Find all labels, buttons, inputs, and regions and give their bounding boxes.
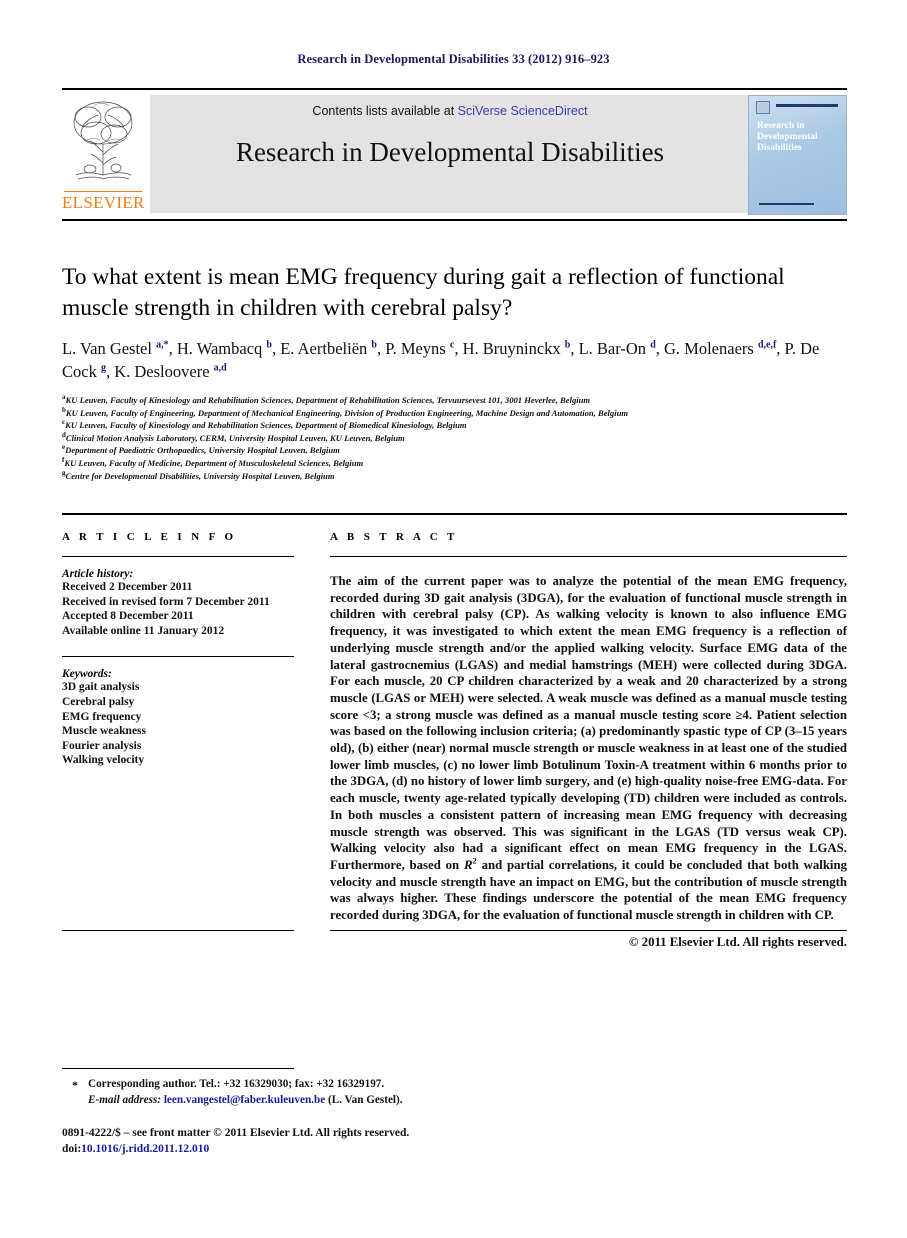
abstract-rule	[330, 556, 847, 557]
abstract-text: The aim of the current paper was to anal…	[330, 573, 847, 924]
header-rule-top	[62, 88, 847, 90]
affiliation-row: eDepartment of Paediatric Orthopaedics, …	[62, 443, 340, 456]
keyword-item: Fourier analysis	[62, 739, 142, 752]
keywords-label: Keywords:	[62, 668, 112, 681]
affiliation-marker: e	[62, 443, 66, 452]
article-history-item: Received 2 December 2011	[62, 581, 193, 593]
journal-cover-thumbnail[interactable]: Research in Developmental Disabilities	[748, 95, 847, 215]
doi-link[interactable]: 10.1016/j.ridd.2011.12.010	[81, 1143, 209, 1155]
affiliation-list: aKU Leuven, Faculty of Kinesiology and R…	[62, 394, 852, 482]
keyword-item: EMG frequency	[62, 710, 142, 723]
doi-label: doi:	[62, 1142, 82, 1155]
affiliation-row: gCentre for Developmental Disabilities, …	[62, 468, 335, 481]
email-line: E-mail address: leen.vangestel@faber.kul…	[62, 1093, 582, 1109]
abstract-heading: A B S T R A C T	[330, 531, 458, 543]
issn-line: 0891-4222/$ – see front matter © 2011 El…	[62, 1127, 410, 1139]
sciencedirect-link[interactable]: SciVerse ScienceDirect	[458, 104, 588, 118]
keyword-item: Cerebral palsy	[62, 695, 135, 708]
journal-masthead: ELSEVIER Contents lists available at Sci…	[62, 95, 847, 215]
footnote-asterisk-icon: *	[72, 1078, 78, 1092]
article-history-item: Accepted 8 December 2011	[62, 610, 194, 623]
article-history-label: Article history:	[62, 568, 134, 580]
copyright-line: © 2011 Elsevier Ltd. All rights reserved…	[628, 934, 847, 949]
affiliation-row: bKU Leuven, Faculty of Engineering, Depa…	[62, 405, 629, 418]
journal-title: Research in Developmental Disabilities	[235, 137, 665, 167]
author-list: L. Van Gestel a,*, H. Wambacq b, E. Aert…	[62, 339, 820, 381]
corresponding-author-line: Corresponding author. Tel.: +32 16329030…	[88, 1078, 385, 1090]
article-info-rule	[62, 556, 294, 557]
header-rule-bottom	[62, 219, 847, 221]
keywords-block: Keywords: 3D gait analysis Cerebral palsy…	[62, 668, 294, 768]
cover-top-rule	[776, 104, 838, 107]
keyword-item: 3D gait analysis	[62, 681, 140, 694]
cover-title-text: Research in Developmental Disabilities	[757, 121, 818, 153]
affiliation-marker: d	[62, 430, 66, 439]
contents-available-prefix: Contents lists available at	[312, 104, 458, 118]
email-link[interactable]: leen.vangestel@faber.kuleuven.be	[164, 1094, 325, 1106]
doi-line: doi:10.1016/j.ridd.2011.12.010	[62, 1142, 582, 1158]
keywords-rule	[62, 656, 294, 658]
cover-bottom-rule	[759, 202, 814, 205]
elsevier-tree-icon	[73, 101, 133, 180]
affiliation-row: cKU Leuven, Faculty of Kinesiology and R…	[62, 418, 467, 431]
affiliation-marker: b	[62, 405, 66, 414]
sciencedirect-banner: Contents lists available at SciVerse Sci…	[150, 95, 750, 213]
keyword-item: Walking velocity	[62, 754, 145, 767]
keyword-lines: 3D gait analysis Cerebral palsy EMG freque…	[62, 680, 294, 768]
article-history-lines: Received 2 December 2011 Received in revi…	[62, 580, 294, 638]
abstract-column: A B S T R A C T The aim of the current p…	[330, 531, 847, 950]
elsevier-wordmark: ELSEVIER	[62, 193, 145, 212]
page-title: To what extent is mean EMG frequency dur…	[62, 264, 785, 321]
abstract-column-rule-bottom	[330, 930, 847, 931]
elsevier-logo: ELSEVIER	[62, 95, 144, 215]
keyword-item: Muscle weakness	[62, 725, 147, 738]
article-history-block: Article history: Received 2 December 201…	[62, 568, 294, 638]
cover-emblem-icon	[756, 101, 770, 114]
article-history-item: Available online 11 January 2012	[62, 624, 225, 637]
affiliation-row: fKU Leuven, Faculty of Medicine, Departm…	[62, 456, 364, 468]
running-head: Research in Developmental Disabilities 3…	[297, 52, 610, 66]
article-info-column: A R T I C L E I N F O Article history: R…	[62, 531, 294, 768]
info-rule-top	[62, 513, 847, 515]
abstract-paragraph: The aim of the current paper was to anal…	[330, 574, 848, 923]
paper-page: Research in Developmental Disabilities 3…	[0, 0, 907, 1238]
footnote-rule	[62, 1068, 294, 1069]
affiliation-row: dClinical Motion Analysis Laboratory, CE…	[62, 430, 405, 443]
email-label: E-mail address:	[88, 1093, 162, 1106]
email-suffix: (L. Van Gestel).	[327, 1093, 403, 1106]
issn-doi-block: 0891-4222/$ – see front matter © 2011 El…	[62, 1126, 582, 1157]
affiliation-marker: f	[62, 456, 65, 465]
affiliation-marker: a	[62, 393, 66, 402]
affiliation-marker: g	[62, 468, 66, 477]
elsevier-rule	[64, 190, 142, 192]
footnote-block: * Corresponding author. Tel.: +32 163290…	[62, 1077, 582, 1108]
affiliation-row: aKU Leuven, Faculty of Kinesiology and R…	[62, 393, 591, 405]
article-info-heading: A R T I C L E I N F O	[62, 531, 237, 543]
affiliation-marker: c	[62, 418, 66, 427]
info-column-rule-bottom	[62, 930, 294, 931]
article-history-item: Received in revised form 7 December 2011	[62, 595, 270, 608]
contents-available-line: Contents lists available at SciVerse Sci…	[150, 104, 750, 118]
